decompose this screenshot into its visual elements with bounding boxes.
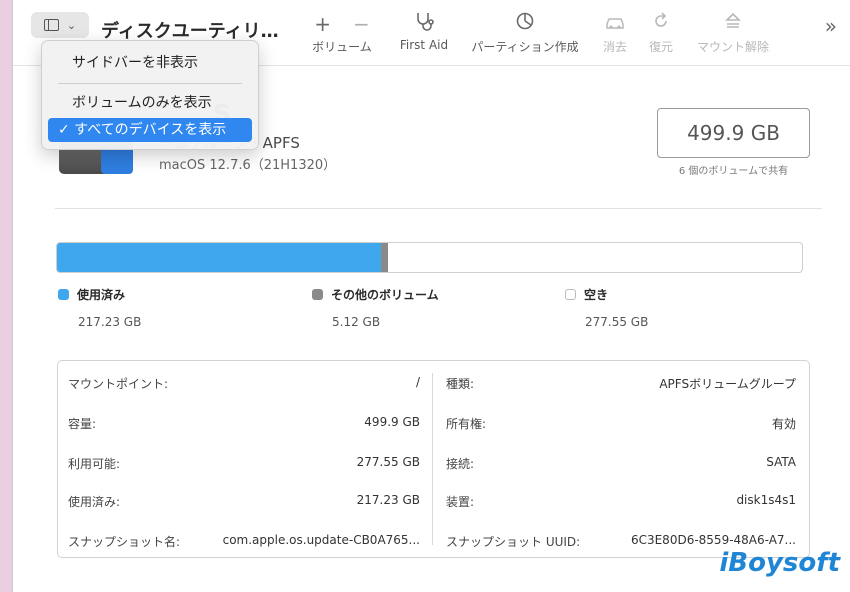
info-value: SATA bbox=[766, 455, 796, 469]
info-divider bbox=[432, 373, 433, 545]
info-row: 利用可能: 277.55 GB bbox=[68, 455, 420, 472]
erase-label: 消去 bbox=[602, 40, 627, 54]
other-swatch bbox=[312, 289, 323, 300]
legend-other-name: その他のボリューム bbox=[331, 288, 439, 302]
capacity-box: 499.9 GB bbox=[657, 108, 810, 158]
info-key: 装置: bbox=[446, 495, 475, 509]
info-row: 容量: 499.9 GB bbox=[68, 415, 420, 432]
first-aid-label: First Aid bbox=[399, 38, 449, 52]
legend-used: 使用済み 217.23 GB bbox=[58, 286, 141, 329]
menu-item-hide-sidebar[interactable]: サイドバーを非表示 bbox=[48, 51, 252, 75]
menu-item-show-volumes-only[interactable]: ボリュームのみを表示 bbox=[48, 91, 252, 115]
pie-chart-icon bbox=[465, 10, 585, 38]
info-value: APFSボリュームグループ bbox=[659, 377, 796, 391]
remove-volume-icon[interactable]: − bbox=[353, 10, 370, 38]
erase-button[interactable]: 消去 bbox=[597, 10, 633, 55]
volume-label: ボリューム bbox=[312, 40, 372, 54]
volume-os-version: macOS 12.7.6（21H1320） bbox=[159, 158, 337, 173]
info-key: スナップショット名: bbox=[68, 535, 181, 549]
free-swatch bbox=[565, 289, 576, 300]
unmount-label: マウント解除 bbox=[696, 40, 769, 54]
stethoscope-icon bbox=[391, 10, 457, 38]
info-key: 種類: bbox=[446, 377, 475, 391]
partition-button[interactable]: パーティション作成 bbox=[465, 10, 585, 55]
info-key: 容量: bbox=[68, 417, 97, 431]
add-volume-icon[interactable]: + bbox=[314, 10, 331, 38]
info-value: / bbox=[415, 375, 420, 389]
usage-bar bbox=[56, 242, 803, 273]
shared-note: 6 個のボリュームで共有 bbox=[678, 166, 789, 177]
sidebar-icon bbox=[43, 19, 59, 31]
info-row: 接続: SATA bbox=[446, 455, 796, 472]
info-key: 利用可能: bbox=[68, 457, 121, 471]
info-value: 277.55 GB bbox=[356, 455, 420, 469]
brand-watermark: iBoysoft bbox=[719, 548, 840, 578]
info-row: 装置: disk1s4s1 bbox=[446, 493, 796, 510]
info-key: 所有権: bbox=[446, 417, 487, 431]
info-row: 使用済み: 217.23 GB bbox=[68, 493, 420, 510]
info-value: com.apple.os.update-CB0A765... bbox=[222, 533, 420, 547]
info-row: 所有権: 有効 bbox=[446, 415, 796, 432]
legend-used-value: 217.23 GB bbox=[78, 315, 142, 329]
restore-button[interactable]: 復元 bbox=[641, 10, 681, 55]
legend-other: その他のボリューム 5.12 GB bbox=[312, 286, 439, 329]
usage-other-segment bbox=[380, 243, 389, 272]
view-menu-button[interactable]: ⌄ bbox=[31, 12, 89, 38]
volume-button-group[interactable]: + − ボリューム bbox=[305, 10, 379, 55]
info-key: スナップショット UUID: bbox=[446, 535, 581, 549]
info-table: マウントポイント: / 容量: 499.9 GB 利用可能: 277.55 GB 使用… bbox=[57, 360, 810, 558]
info-value: disk1s4s1 bbox=[736, 493, 796, 507]
legend-other-value: 5.12 GB bbox=[332, 315, 381, 329]
legend-used-name: 使用済み bbox=[77, 288, 126, 302]
legend-free-value: 277.55 GB bbox=[585, 315, 649, 329]
eject-icon bbox=[691, 10, 775, 38]
menu-item-show-all-devices[interactable]: ✓ すべてのデバイスを表示 bbox=[48, 118, 252, 142]
unmount-button[interactable]: マウント解除 bbox=[691, 10, 775, 55]
info-value: 499.9 GB bbox=[364, 415, 420, 429]
legend-free-name: 空き bbox=[584, 288, 609, 302]
info-left-column: マウントポイント: / 容量: 499.9 GB 利用可能: 277.55 GB 使用… bbox=[58, 361, 430, 557]
partition-label: パーティション作成 bbox=[471, 40, 579, 54]
info-value: 217.23 GB bbox=[356, 493, 420, 507]
car-icon bbox=[597, 10, 633, 38]
chevron-down-icon: ⌄ bbox=[66, 18, 77, 32]
first-aid-button[interactable]: First Aid bbox=[391, 10, 457, 52]
usage-used-segment bbox=[57, 243, 381, 272]
view-dropdown-menu: サイドバーを非表示 ボリュームのみを表示 ✓ すべてのデバイスを表示 bbox=[41, 40, 259, 150]
info-row: マウントポイント: / bbox=[68, 375, 420, 392]
info-key: 使用済み: bbox=[68, 495, 121, 509]
info-key: マウントポイント: bbox=[68, 377, 169, 391]
legend-free: 空き 277.55 GB bbox=[565, 286, 648, 329]
info-key: 接続: bbox=[446, 457, 475, 471]
info-row: 種類: APFSボリュームグループ bbox=[446, 375, 796, 392]
info-right-column: 種類: APFSボリュームグループ 所有権: 有効 接続: SATA 装置: disk1… bbox=[436, 361, 806, 557]
menu-separator bbox=[58, 83, 242, 84]
restore-label: 復元 bbox=[648, 40, 673, 54]
toolbar-overflow-icon[interactable]: » bbox=[825, 14, 837, 38]
restore-arrow-icon bbox=[641, 10, 681, 38]
used-swatch bbox=[58, 289, 69, 300]
disk-utility-window: ⌄ ディスクユーティリ… + − ボリューム First Aid パーティション… bbox=[12, 0, 850, 592]
info-value: 有効 bbox=[771, 417, 796, 431]
info-row: スナップショット名: com.apple.os.update-CB0A765... bbox=[68, 533, 420, 550]
divider bbox=[55, 208, 822, 209]
